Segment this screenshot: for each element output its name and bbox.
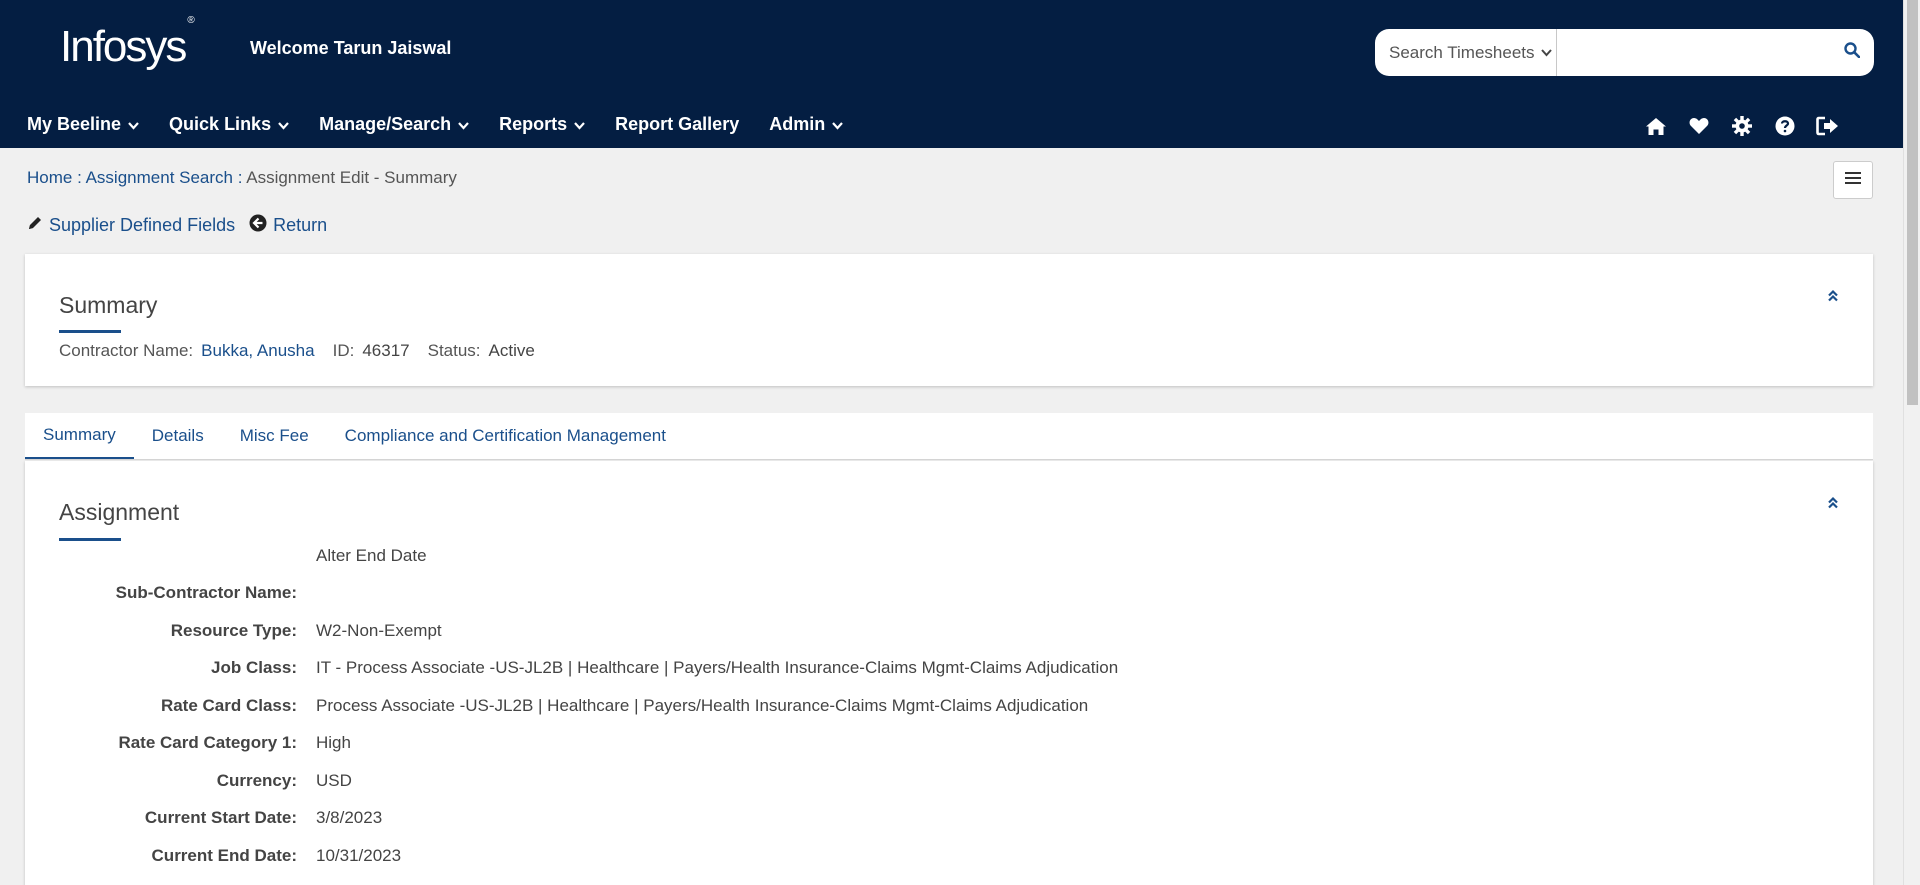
- field-label: Rate Card Category 1:: [118, 733, 297, 752]
- tab-details[interactable]: Details: [134, 413, 222, 459]
- search-type-label: Search Timesheets: [1389, 42, 1535, 62]
- assignment-title: Assignment: [59, 499, 180, 525]
- chevron-down-icon: [1540, 46, 1552, 60]
- contractor-name-label: Contractor Name:: [59, 341, 194, 360]
- nav-quick-links[interactable]: Quick Links: [169, 114, 289, 135]
- field-label: Current Start Date:: [144, 808, 297, 827]
- field-row: Resource Type: W2-Non-Exempt: [25, 621, 442, 641]
- top-header: Infosys® Welcome Tarun Jaiswal Search Ti…: [0, 0, 1904, 148]
- scrollbar-thumb[interactable]: [1907, 0, 1918, 405]
- nav-my-beeline[interactable]: My Beeline: [27, 114, 139, 135]
- chevron-down-icon: [128, 114, 139, 135]
- chevron-down-icon: [832, 114, 844, 135]
- return-label: Return: [273, 215, 328, 235]
- hamburger-icon: [1845, 171, 1861, 190]
- breadcrumb-current: Assignment Edit - Summary: [246, 168, 457, 187]
- double-chevron-up-icon: [1827, 496, 1839, 515]
- return-arrow-icon: [249, 214, 273, 237]
- field-row: Sub-Contractor Name:: [25, 583, 316, 603]
- field-label: Resource Type:: [170, 621, 297, 640]
- pencil-icon: [27, 215, 49, 236]
- field-row: Currency: USD: [25, 771, 352, 791]
- supplier-defined-fields-link[interactable]: Supplier Defined Fields: [27, 215, 235, 236]
- breadcrumb-separator: :: [72, 168, 86, 187]
- infosys-logo[interactable]: Infosys®: [60, 15, 195, 72]
- welcome-text: Welcome Tarun Jaiswal: [250, 38, 452, 58]
- double-chevron-up-icon: [1827, 289, 1839, 308]
- collapse-assignment-button[interactable]: [1823, 495, 1843, 515]
- nav-manage-search[interactable]: Manage/Search: [319, 114, 469, 135]
- help-icon[interactable]: [1763, 112, 1806, 140]
- search-icon: [1844, 42, 1861, 63]
- field-row: Job Class: IT - Process Associate -US-JL…: [25, 658, 1118, 678]
- id-value: 46317: [362, 341, 410, 360]
- chevron-down-icon: [574, 114, 585, 135]
- field-label: Currency:: [216, 771, 297, 790]
- breadcrumb-separator: :: [233, 168, 247, 187]
- field-value: W2-Non-Exempt: [316, 621, 442, 640]
- chevron-down-icon: [458, 114, 469, 135]
- field-value: IT - Process Associate -US-JL2B | Health…: [316, 658, 1119, 677]
- field-row: Rate Card Class: Process Associate -US-J…: [25, 696, 1088, 716]
- search-box: Search Timesheets: [1375, 29, 1874, 76]
- tab-summary[interactable]: Summary: [25, 413, 134, 459]
- home-icon[interactable]: [1634, 112, 1677, 140]
- tab-misc-fee[interactable]: Misc Fee: [222, 413, 327, 459]
- field-value: 10/31/2023: [316, 846, 402, 865]
- field-row: Current End Date: 10/31/2023: [25, 846, 402, 866]
- tab-compliance[interactable]: Compliance and Certification Management: [327, 413, 684, 459]
- tab-bar: Summary Details Misc Fee Compliance and …: [25, 413, 1873, 460]
- summary-title: Summary: [59, 292, 158, 318]
- header-icon-bar: [1634, 112, 1849, 140]
- field-label: Job Class:: [211, 658, 297, 677]
- field-value: 3/8/2023: [316, 808, 383, 827]
- field-row: Rate Card Category 1: High: [25, 733, 351, 753]
- contractor-name-link[interactable]: Bukka, Anusha: [201, 341, 314, 361]
- summary-card: Summary Contractor Name: Bukka, Anusha I…: [25, 254, 1873, 386]
- breadcrumb-assignment-search[interactable]: Assignment Search: [86, 168, 233, 187]
- search-input[interactable]: [1557, 29, 1830, 76]
- nav-reports[interactable]: Reports: [499, 114, 585, 135]
- page-actions: Supplier Defined Fields Return: [27, 214, 341, 237]
- status-value: Active: [488, 341, 535, 360]
- page-scrollbar[interactable]: [1903, 0, 1920, 885]
- collapse-summary-button[interactable]: [1823, 288, 1843, 308]
- field-label: Rate Card Class:: [160, 696, 297, 715]
- field-label: Current End Date:: [151, 846, 297, 865]
- heart-icon[interactable]: [1677, 112, 1720, 140]
- status-label: Status:: [427, 341, 481, 360]
- field-value: High: [316, 733, 351, 752]
- field-value: USD: [316, 771, 352, 790]
- main-nav: My Beeline Quick Links Manage/Search Rep…: [27, 114, 873, 135]
- return-link[interactable]: Return: [249, 214, 327, 237]
- logout-icon[interactable]: [1806, 112, 1849, 140]
- supplier-defined-fields-label: Supplier Defined Fields: [49, 215, 236, 235]
- alter-end-date-label: Alter End Date: [316, 546, 427, 565]
- field-value: Process Associate -US-JL2B | Healthcare …: [316, 696, 1089, 715]
- field-row: Current Start Date: 3/8/2023: [25, 808, 382, 828]
- chevron-down-icon: [278, 114, 289, 135]
- breadcrumb: Home : Assignment Search : Assignment Ed…: [27, 168, 457, 188]
- search-type-select[interactable]: Search Timesheets: [1375, 29, 1557, 76]
- field-label: Sub-Contractor Name:: [115, 583, 297, 602]
- page-menu-button[interactable]: [1833, 161, 1873, 199]
- nav-admin[interactable]: Admin: [769, 114, 844, 135]
- title-underline: [59, 538, 121, 541]
- gear-icon[interactable]: [1720, 112, 1763, 140]
- title-underline: [59, 330, 121, 333]
- search-button[interactable]: [1830, 29, 1874, 76]
- breadcrumb-home[interactable]: Home: [27, 168, 72, 187]
- nav-report-gallery[interactable]: Report Gallery: [615, 114, 739, 135]
- assignment-card: Assignment Alter End Date Sub-Contractor…: [25, 461, 1873, 885]
- id-label: ID:: [332, 341, 355, 360]
- summary-info: Contractor Name: Bukka, Anusha ID: 46317…: [59, 341, 553, 361]
- alter-end-date-row: Alter End Date: [25, 546, 427, 566]
